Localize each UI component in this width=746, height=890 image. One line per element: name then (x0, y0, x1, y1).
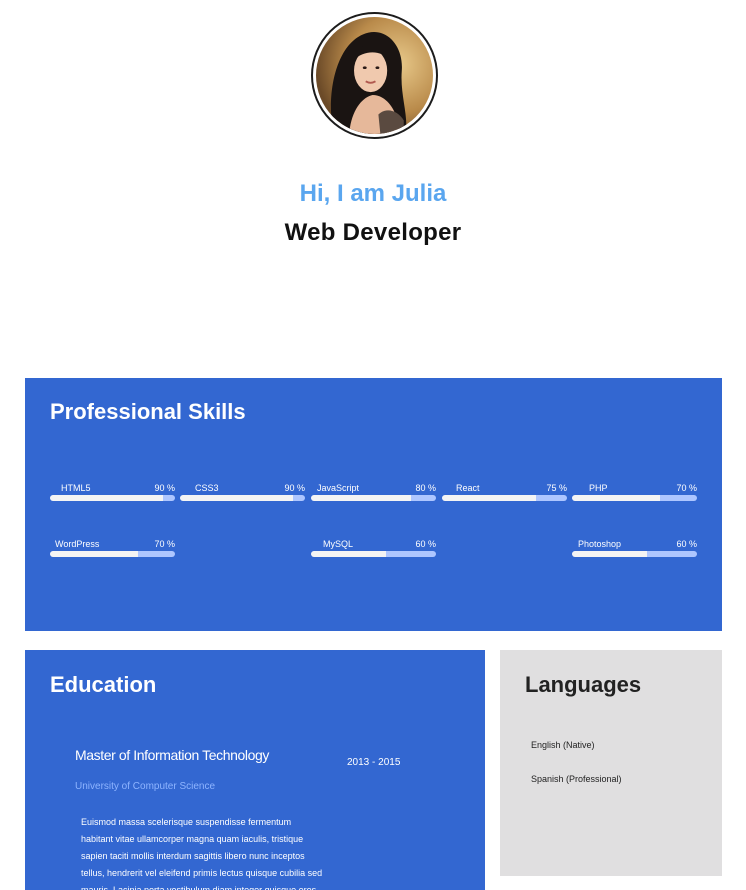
skill-bar-fill (311, 551, 386, 557)
skill-php: PHP 70 % (572, 483, 697, 505)
profile-photo (316, 17, 433, 134)
skill-bar-fill (572, 495, 660, 501)
skills-title: Professional Skills (50, 399, 246, 424)
languages-title: Languages (525, 672, 642, 697)
language-item: English (Native) (531, 740, 595, 750)
education-school: University of Computer Science (75, 781, 216, 792)
education-description: Euismod massa scelerisque suspendisse fe… (81, 817, 323, 890)
skill-bar (311, 551, 436, 557)
skill-name: CSS3 (195, 483, 219, 493)
languages-section: Languages English (Native) Spanish (Prof… (500, 650, 722, 876)
skill-bar-fill (442, 495, 536, 501)
skill-name: React (456, 483, 480, 493)
skill-bar-fill (50, 551, 138, 557)
skill-bar-fill (572, 551, 647, 557)
skill-name: Photoshop (578, 539, 622, 549)
skill-name: MySQL (323, 539, 354, 549)
skill-bar (50, 551, 175, 557)
skill-bar (442, 495, 567, 501)
skill-bar (572, 495, 697, 501)
skill-bar-fill (311, 495, 411, 501)
skill-mysql: MySQL 60 % (311, 539, 436, 561)
skill-html5: HTML5 90 % (50, 483, 175, 505)
skill-name: PHP (589, 483, 608, 493)
skill-percent: 60 % (676, 539, 697, 549)
skill-percent: 90 % (154, 483, 175, 493)
education-section: Education Master of Information Technolo… (25, 650, 485, 890)
profile-avatar (311, 12, 438, 139)
skills-section: Professional Skills HTML5 90 % CSS3 90 %… (25, 378, 722, 631)
skill-percent: 70 % (154, 539, 175, 549)
skill-react: React 75 % (442, 483, 567, 505)
skill-percent: 90 % (284, 483, 305, 493)
education-title: Education (50, 672, 157, 697)
education-degree: Master of Information Technology (75, 747, 269, 763)
skill-name: WordPress (55, 539, 100, 549)
skill-javascript: JavaScript 80 % (311, 483, 436, 505)
skill-percent: 60 % (415, 539, 436, 549)
education-years: 2013 - 2015 (347, 757, 401, 768)
skill-bar (311, 495, 436, 501)
skill-percent: 75 % (546, 483, 567, 493)
skill-css3: CSS3 90 % (180, 483, 305, 505)
skill-percent: 80 % (415, 483, 436, 493)
skill-name: HTML5 (61, 483, 91, 493)
skill-name: JavaScript (317, 483, 360, 493)
skill-bar (180, 495, 305, 501)
skill-photoshop: Photoshop 60 % (572, 539, 697, 561)
language-item: Spanish (Professional) (531, 774, 622, 784)
skill-bar (572, 551, 697, 557)
skill-bar-fill (180, 495, 293, 501)
skill-bar-fill (50, 495, 163, 501)
skill-percent: 70 % (676, 483, 697, 493)
greeting-heading: Hi, I am Julia (299, 180, 447, 207)
skill-wordpress: WordPress 70 % (50, 539, 175, 561)
role-heading: Web Developer (284, 219, 462, 246)
skill-bar (50, 495, 175, 501)
